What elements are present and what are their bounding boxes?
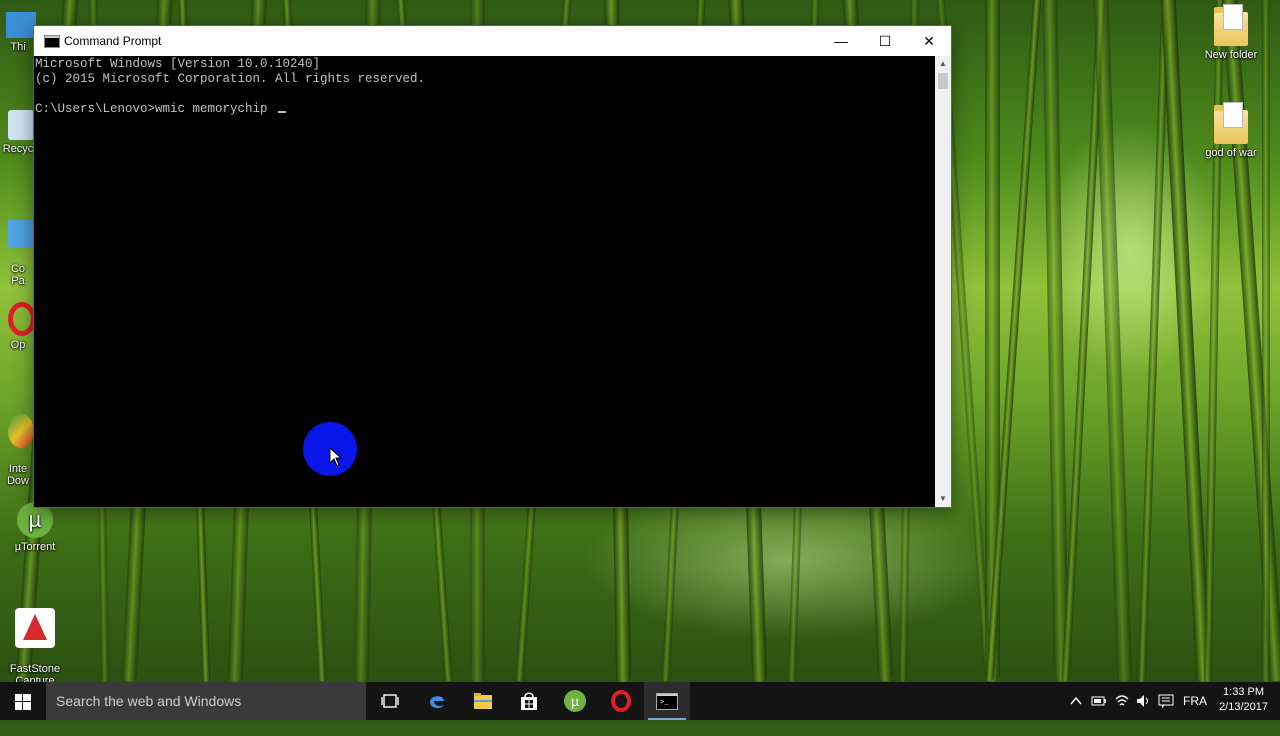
desktop-icon-new-folder[interactable]: New folder	[1196, 4, 1266, 61]
desktop-icon-label: god of war	[1205, 147, 1257, 159]
input-language[interactable]: FRA	[1183, 682, 1207, 720]
faststone-capture-icon	[15, 608, 55, 648]
bamboo-stalk	[1262, 0, 1270, 682]
store-icon	[521, 692, 537, 710]
folder-icon	[1214, 4, 1248, 46]
console-output[interactable]: Microsoft Windows [Version 10.0.10240] (…	[34, 56, 935, 507]
bamboo-stalk	[1203, 0, 1225, 683]
console-command: C:\Users\Lenovo>wmic memorychip	[35, 102, 276, 116]
volume-control[interactable]	[1135, 682, 1151, 720]
taskbar-edge[interactable]	[414, 682, 460, 720]
maximize-button[interactable]: ☐	[863, 26, 907, 56]
clock-time: 1:33 PM	[1223, 686, 1265, 698]
console-prompt-line[interactable]: C:\Users\Lenovo>wmic memorychip	[35, 102, 287, 117]
computer-icon	[6, 12, 36, 38]
show-hidden-icons-button[interactable]	[1069, 682, 1083, 720]
desktop-icon-god-of-war[interactable]: god of war	[1196, 102, 1266, 159]
clock-date: 2/13/2017	[1219, 701, 1268, 713]
folder-icon	[1214, 102, 1248, 144]
search-placeholder: Search the web and Windows	[56, 693, 242, 709]
taskbar: Search the web and Windows µ >_ FRA 1:33…	[0, 682, 1280, 720]
desktop-icon-utorrent[interactable]: µ µTorrent	[0, 502, 70, 553]
console-line: (c) 2015 Microsoft Corporation. All righ…	[35, 72, 426, 86]
taskbar-file-explorer[interactable]	[460, 682, 506, 720]
scroll-down-arrow-icon[interactable]: ▼	[935, 491, 951, 507]
battery-icon	[1091, 696, 1106, 706]
file-explorer-icon	[474, 693, 492, 709]
taskbar-utorrent[interactable]: µ	[552, 682, 598, 720]
vertical-scrollbar[interactable]: ▲ ▼	[935, 56, 951, 507]
clock[interactable]: 1:33 PM 2/13/2017	[1219, 685, 1268, 715]
task-view-icon	[381, 694, 399, 708]
scroll-up-arrow-icon[interactable]: ▲	[935, 56, 951, 72]
control-panel-icon	[8, 220, 34, 248]
utorrent-icon: µ	[564, 690, 586, 712]
taskbar-command-prompt[interactable]: >_	[644, 682, 690, 720]
task-view-button[interactable]	[367, 682, 413, 720]
notification-icon	[1158, 694, 1174, 708]
taskbar-opera[interactable]	[598, 682, 644, 720]
close-button[interactable]: ✕	[907, 26, 951, 56]
search-box[interactable]: Search the web and Windows	[46, 682, 366, 720]
battery-status[interactable]	[1091, 682, 1107, 720]
text-cursor	[278, 111, 287, 113]
action-center-button[interactable]	[1158, 682, 1174, 720]
scrollbar-thumb[interactable]	[938, 73, 948, 89]
opera-icon	[611, 690, 631, 712]
window-title: Command Prompt	[64, 34, 162, 48]
taskbar-store[interactable]	[506, 682, 552, 720]
minimize-button[interactable]: —	[819, 26, 863, 56]
recycle-bin-icon	[8, 110, 34, 140]
opera-icon	[8, 302, 36, 336]
mouse-pointer-icon	[329, 447, 343, 467]
edge-icon	[430, 696, 444, 709]
start-button[interactable]	[0, 682, 46, 720]
desktop-icon-label: µTorrent	[14, 541, 56, 553]
chevron-up-icon	[1070, 696, 1082, 705]
download-manager-icon	[8, 414, 34, 448]
command-prompt-window[interactable]: Command Prompt — ☐ ✕ Microsoft Windows […	[33, 25, 952, 508]
speaker-icon	[1137, 695, 1148, 707]
windows-logo-icon	[15, 694, 31, 710]
console-line: Microsoft Windows [Version 10.0.10240]	[35, 57, 321, 71]
cmd-app-icon	[44, 35, 60, 48]
title-bar[interactable]: Command Prompt — ☐ ✕	[34, 26, 951, 56]
wifi-icon	[1115, 695, 1129, 706]
faststone-logo	[23, 614, 47, 640]
cmd-icon: >_	[656, 693, 678, 710]
network-status[interactable]	[1114, 682, 1130, 720]
desktop-icon-label: New folder	[1204, 49, 1258, 61]
